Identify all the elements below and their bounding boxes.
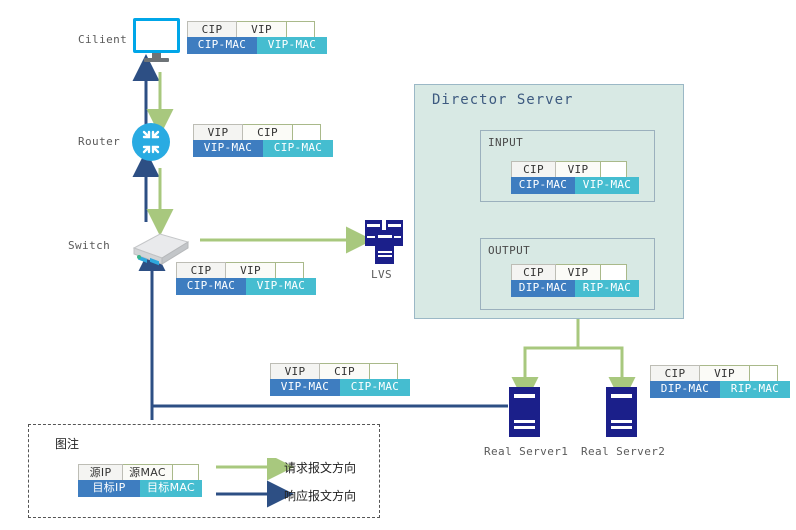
- packet-ip-spacer: [276, 262, 304, 279]
- legend-src-mac: 源MAC: [123, 464, 173, 481]
- real-server2-icon: [606, 387, 637, 437]
- packet-ip-spacer: [287, 21, 315, 38]
- packet-ip-spacer: [370, 363, 398, 380]
- packet-dst-mac: VIP-MAC: [246, 278, 316, 295]
- packet-ip-spacer: [750, 365, 778, 382]
- packet-src-ip: CIP: [187, 21, 237, 38]
- director-server-title: Director Server: [432, 92, 574, 108]
- legend-dst-ip: 目标IP: [78, 480, 140, 497]
- packet-response: VIP CIP VIP-MAC CIP-MAC: [270, 363, 410, 396]
- legend-response-label: 响应报文方向: [284, 489, 357, 503]
- packet-dst-ip: VIP: [226, 262, 276, 279]
- packet-dst-mac: RIP-MAC: [720, 381, 790, 398]
- diagram-canvas: Cilient CIP VIP CIP-MAC VIP-MAC Router V…: [0, 0, 796, 530]
- packet-dst-ip: VIP: [237, 21, 287, 38]
- packet-dst-mac: CIP-MAC: [340, 379, 410, 396]
- packet-ip-spacer: [601, 161, 627, 178]
- packet-dst-ip: CIP: [320, 363, 370, 380]
- packet-src-ip: CIP: [511, 264, 556, 281]
- packet-dst-ip: CIP: [243, 124, 293, 141]
- packet-src-ip: CIP: [176, 262, 226, 279]
- packet-input: CIP VIP CIP-MAC VIP-MAC: [511, 161, 639, 194]
- packet-output: CIP VIP DIP-MAC RIP-MAC: [511, 264, 639, 297]
- packet-src-mac: VIP-MAC: [193, 140, 263, 157]
- packet-realserver: CIP VIP DIP-MAC RIP-MAC: [650, 365, 790, 398]
- output-chain-label: OUTPUT: [488, 244, 531, 257]
- packet-router: VIP CIP VIP-MAC CIP-MAC: [193, 124, 333, 157]
- packet-src-mac: CIP-MAC: [511, 177, 575, 194]
- lvs-server-icon: [360, 218, 410, 266]
- router-icon: [132, 123, 170, 161]
- packet-dst-ip: VIP: [700, 365, 750, 382]
- real-server1-icon: [509, 387, 540, 437]
- packet-src-ip: CIP: [650, 365, 700, 382]
- lvs-label: LVS: [371, 268, 393, 281]
- client-label: Cilient: [78, 33, 128, 46]
- packet-switch: CIP VIP CIP-MAC VIP-MAC: [176, 262, 316, 295]
- packet-src-mac: CIP-MAC: [187, 37, 257, 54]
- input-chain-label: INPUT: [488, 136, 524, 149]
- packet-client: CIP VIP CIP-MAC VIP-MAC: [187, 21, 327, 54]
- packet-dst-mac: CIP-MAC: [263, 140, 333, 157]
- legend-dst-mac: 目标MAC: [140, 480, 202, 497]
- legend-ip-spacer: [173, 464, 199, 481]
- packet-src-ip: CIP: [511, 161, 556, 178]
- packet-src-ip: VIP: [270, 363, 320, 380]
- packet-dst-ip: VIP: [556, 161, 601, 178]
- real-server2-label: Real Server2: [581, 445, 666, 458]
- packet-src-mac: VIP-MAC: [270, 379, 340, 396]
- legend-src-ip: 源IP: [78, 464, 123, 481]
- packet-dst-mac: VIP-MAC: [257, 37, 327, 54]
- legend-title: 图注: [55, 437, 80, 451]
- monitor-icon: [133, 18, 180, 63]
- packet-ip-spacer: [293, 124, 321, 141]
- packet-dst-ip: VIP: [556, 264, 601, 281]
- packet-src-mac: DIP-MAC: [650, 381, 720, 398]
- packet-src-ip: VIP: [193, 124, 243, 141]
- packet-dst-mac: VIP-MAC: [575, 177, 639, 194]
- router-label: Router: [78, 135, 121, 148]
- packet-src-mac: CIP-MAC: [176, 278, 246, 295]
- legend-request-label: 请求报文方向: [284, 461, 357, 475]
- packet-ip-spacer: [601, 264, 627, 281]
- switch-label: Switch: [68, 239, 111, 252]
- legend-packet-sample: 源IP 源MAC 目标IP 目标MAC: [78, 464, 202, 497]
- packet-src-mac: DIP-MAC: [511, 280, 575, 297]
- real-server1-label: Real Server1: [484, 445, 569, 458]
- packet-dst-mac: RIP-MAC: [575, 280, 639, 297]
